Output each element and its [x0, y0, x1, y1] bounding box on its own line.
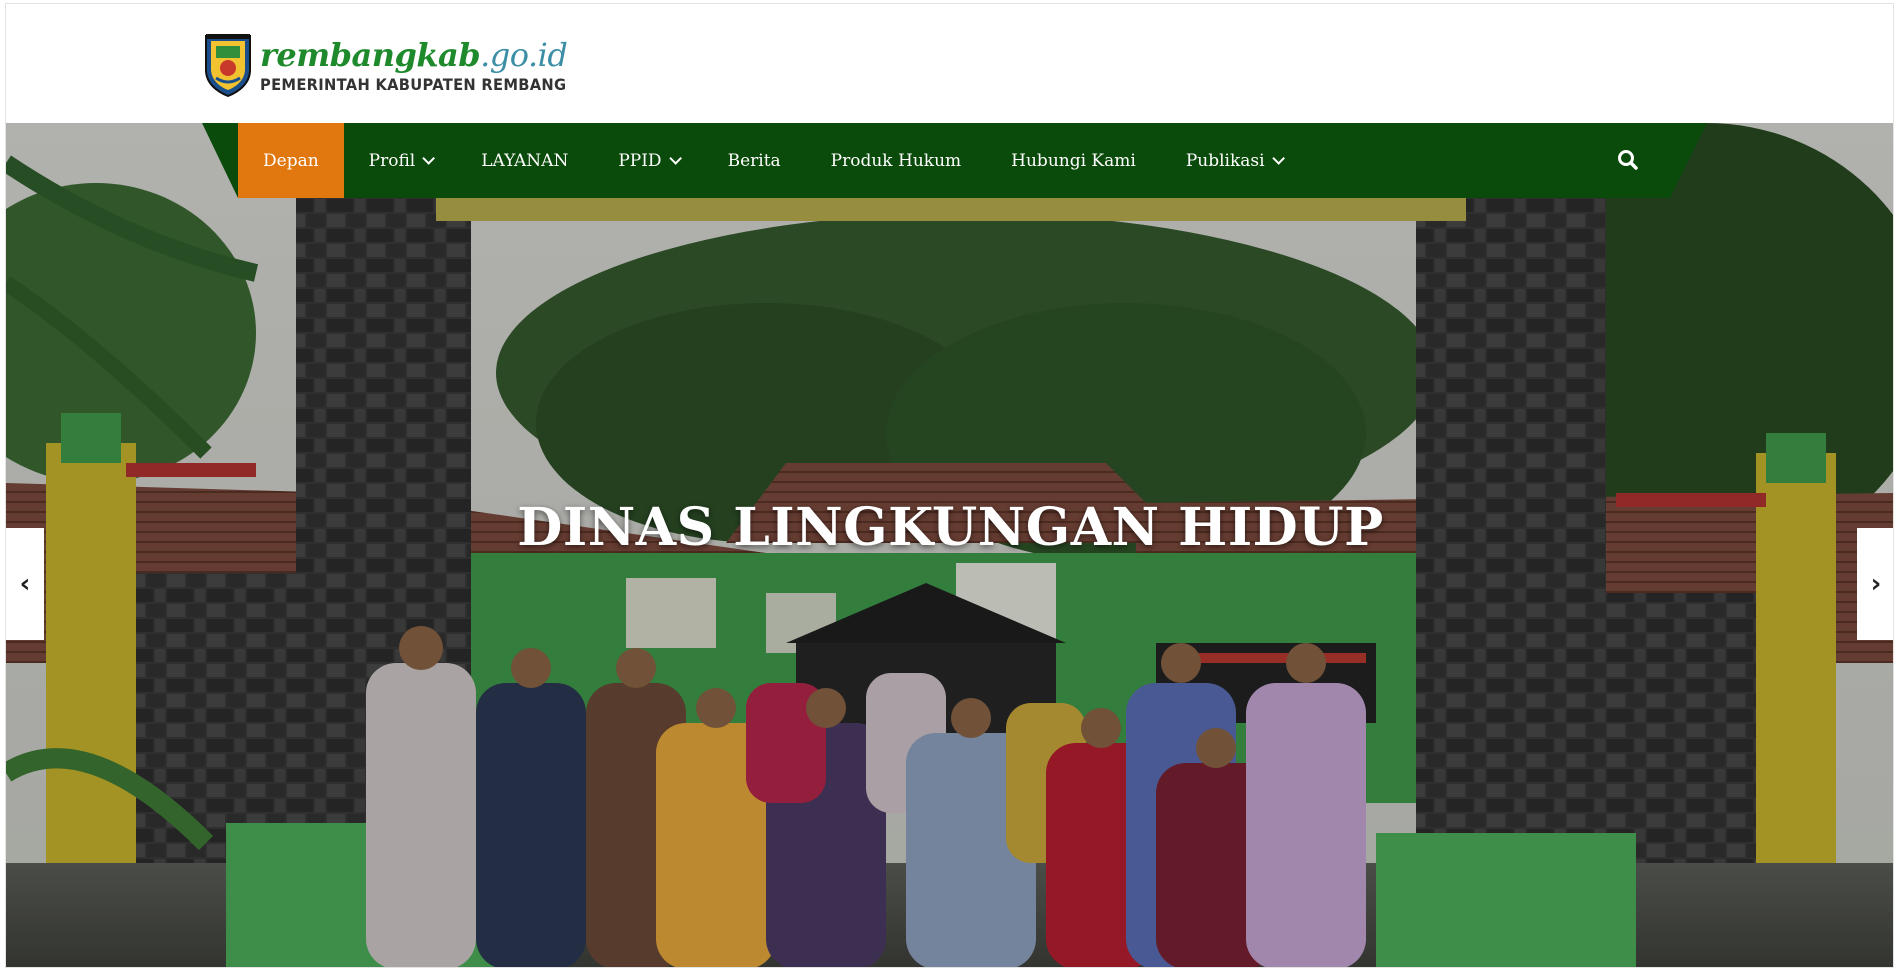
site-name-domain: .go.id [480, 35, 568, 74]
nav-label: Hubungi Kami [1011, 150, 1136, 171]
search-icon[interactable] [1615, 147, 1641, 173]
nav-label: Profil [368, 150, 416, 171]
nav-item-ppid[interactable]: PPID [593, 123, 702, 198]
nav-label: Berita [727, 150, 781, 171]
chevron-down-icon [668, 152, 682, 165]
nav-label: Depan [263, 150, 319, 171]
nav-label: Publikasi [1185, 150, 1265, 171]
slider-next-button[interactable]: › [1857, 528, 1893, 640]
regency-crest-icon [205, 34, 251, 98]
nav-item-hubungi-kami[interactable]: Hubungi Kami [986, 123, 1161, 198]
slider-prev-button[interactable]: ‹ [6, 528, 44, 640]
chevron-down-icon [422, 152, 436, 165]
nav-label: LAYANAN [481, 150, 569, 171]
chevron-left-icon: ‹ [19, 569, 31, 599]
page-frame: rembangkab.go.id PEMERINTAH KABUPATEN RE… [5, 3, 1894, 968]
nav-item-berita[interactable]: Berita [703, 123, 806, 198]
nav-label: PPID [618, 150, 662, 171]
hero-slider: DINAS LINGKUNGAN HIDUP ‹ › [6, 123, 1893, 967]
chevron-down-icon [1271, 152, 1285, 165]
site-subtitle: PEMERINTAH KABUPATEN REMBANG [260, 74, 567, 94]
main-navigation: Depan Profil LAYANAN PPID Berita Produk … [202, 123, 1707, 198]
chevron-right-icon: › [1870, 569, 1882, 599]
nav-item-profil[interactable]: Profil [344, 123, 457, 198]
site-name: rembangkab.go.id [260, 37, 593, 73]
nav-item-depan[interactable]: Depan [238, 123, 344, 198]
nav-label: Produk Hukum [830, 150, 962, 171]
site-name-main: rembangkab [260, 35, 481, 74]
site-logo[interactable]: rembangkab.go.id PEMERINTAH KABUPATEN RE… [202, 30, 593, 100]
slide-title: DINAS LINGKUNGAN HIDUP [517, 497, 1384, 558]
nav-item-layanan[interactable]: LAYANAN [456, 123, 593, 198]
nav-item-publikasi[interactable]: Publikasi [1161, 123, 1306, 198]
nav-item-produk-hukum[interactable]: Produk Hukum [806, 123, 986, 198]
